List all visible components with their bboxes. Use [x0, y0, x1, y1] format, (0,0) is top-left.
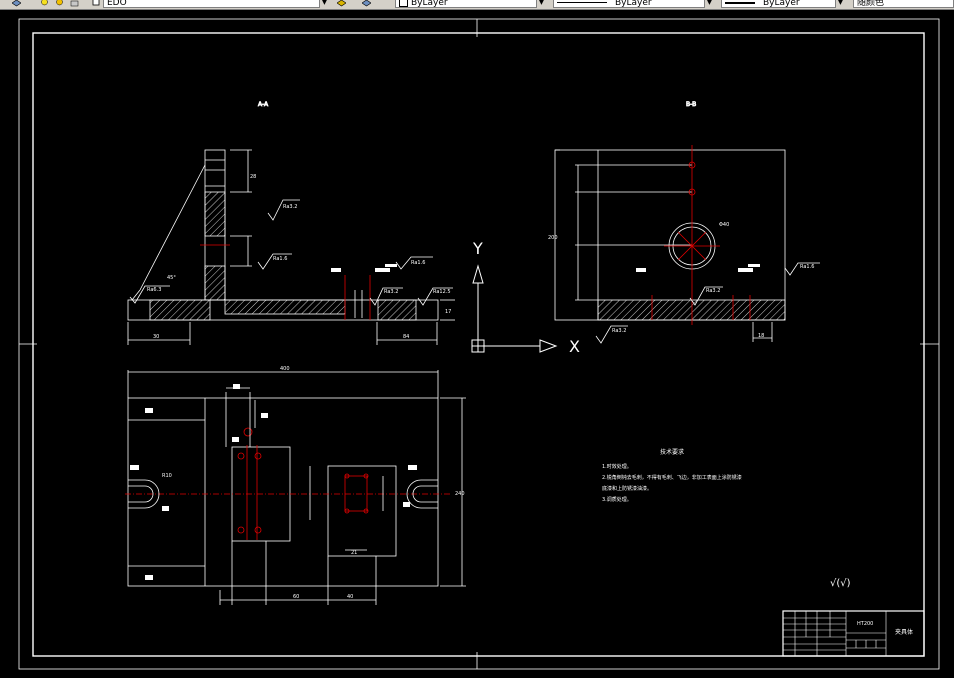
dim-side-18: 18	[758, 333, 764, 339]
ra-label-2: Ra1.6	[273, 256, 287, 262]
dim-30: 30	[153, 334, 159, 340]
ra-side-3: Ra3.2	[706, 288, 720, 294]
lineweight-combo[interactable]: ByLayer	[721, 0, 844, 8]
plan-outline	[127, 397, 439, 587]
side-base-hatch	[597, 299, 786, 321]
dim-84: 84	[403, 334, 409, 340]
title-block: HT200 夹具体	[782, 610, 925, 657]
layer-combo-value: EDO	[107, 0, 127, 8]
lock-icon[interactable]	[70, 0, 79, 7]
tech-req-line-1: 1.时效处理。	[602, 463, 632, 470]
title-block-material: HT200	[857, 621, 873, 627]
dim-plan-width: 400	[280, 366, 290, 372]
layers-icon[interactable]	[12, 0, 21, 7]
tech-req-line-2: 2.锐角倒钝去毛刺，不得有毛刺、飞边，非加工表面上涂防锈漆	[602, 474, 742, 481]
ra-label-3: Ra6.3	[147, 287, 161, 293]
tech-req-line-3: 底漆和上防锈漆油漆。	[602, 485, 652, 492]
section-b-title: B-B	[686, 101, 696, 108]
color-combo-value: ByLayer	[411, 0, 448, 8]
dim-side-height: 200	[548, 235, 558, 241]
ucs-x-label: X	[569, 337, 580, 356]
lineweight-sample	[725, 1, 755, 4]
title-block-name: 夹具体	[895, 628, 913, 636]
plotstyle-combo[interactable]: 随颜色	[853, 0, 954, 8]
drawing-canvas[interactable]: A-A 30 84 17 28 Ra3.2 Ra1.6 Ra6.3 Ra1.6 …	[0, 10, 954, 678]
roughness-note: √(√)	[830, 578, 851, 589]
color-combo-arrow[interactable]: ▼	[536, 0, 546, 8]
make-current-layer-icon[interactable]	[337, 0, 346, 7]
base-hatch-right	[377, 299, 417, 321]
ra-side-1: Ra3.2	[612, 328, 626, 334]
lineweight-combo-arrow[interactable]: ▼	[835, 0, 845, 8]
color-combo[interactable]: ByLayer	[395, 0, 545, 8]
ra-label-4: Ra1.6	[411, 260, 425, 266]
dim-28: 28	[250, 174, 256, 180]
outer-border	[18, 18, 940, 670]
base-hatch-left	[149, 299, 211, 321]
plotstyle-combo-value: 随颜色	[857, 0, 885, 8]
base-hatch-mid	[224, 299, 346, 315]
linetype-combo-value: ByLayer	[615, 0, 652, 8]
rib-hatch-lower	[204, 265, 226, 301]
dim-17: 17	[445, 309, 451, 315]
ucs-icon: Y X	[471, 239, 580, 356]
dim-plan-height: 240	[455, 491, 465, 497]
section-a-title: A-A	[258, 101, 269, 108]
rib-hatch-upper	[204, 191, 226, 237]
bore-dia: Φ40	[719, 222, 729, 228]
tech-requirements: 技术要求 1.时效处理。 2.锐角倒钝去毛刺，不得有毛刺、飞边，非加工表面上涂防…	[602, 448, 851, 589]
color-swatch	[399, 0, 408, 7]
ra-label-1: Ra3.2	[283, 204, 297, 210]
properties-toolbar: EDO ▼ ByLayer ▼ ByLayer ▼ ByLayer ▼ 随颜色	[0, 0, 954, 10]
linetype-combo[interactable]: ByLayer	[553, 0, 713, 8]
layer-previous-icon[interactable]	[362, 0, 371, 7]
dim-plan-60: 60	[293, 594, 299, 600]
lineweight-combo-value: ByLayer	[763, 0, 800, 8]
linetype-combo-arrow[interactable]: ▼	[704, 0, 714, 8]
side-outline	[554, 149, 786, 321]
layer-combo[interactable]: EDO	[103, 0, 328, 8]
sheet-border	[18, 18, 940, 670]
ucs-y-label: Y	[472, 239, 483, 258]
tech-req-line-4: 3.调质处理。	[602, 496, 632, 503]
layer-combo-arrow[interactable]: ▼	[319, 0, 329, 8]
view-section-a[interactable]: A-A 30 84 17 28 Ra3.2 Ra1.6 Ra6.3 Ra1.6 …	[127, 101, 455, 345]
angle-45: 45°	[167, 275, 176, 281]
dim-plan-21: 21	[351, 550, 357, 556]
linetype-sample	[557, 2, 607, 3]
light-bulb-icon[interactable]	[40, 0, 49, 7]
view-plan[interactable]: 400 240 60 40 R10 21	[125, 366, 466, 605]
ra-label-6: Ra12.5	[433, 289, 451, 295]
ra-side-2: Ra1.6	[800, 264, 814, 270]
slot-radius: R10	[162, 473, 172, 479]
sun-icon[interactable]	[55, 0, 64, 7]
ra-label-5: Ra3.2	[384, 289, 398, 295]
view-section-b[interactable]: B-B 200 Ra3.2 Ra1.6 Ra3.2 Φ40 18	[548, 101, 820, 344]
tech-req-title: 技术要求	[660, 448, 684, 456]
dim-plan-40: 40	[347, 594, 353, 600]
color-swatch-icon[interactable]	[92, 0, 101, 7]
